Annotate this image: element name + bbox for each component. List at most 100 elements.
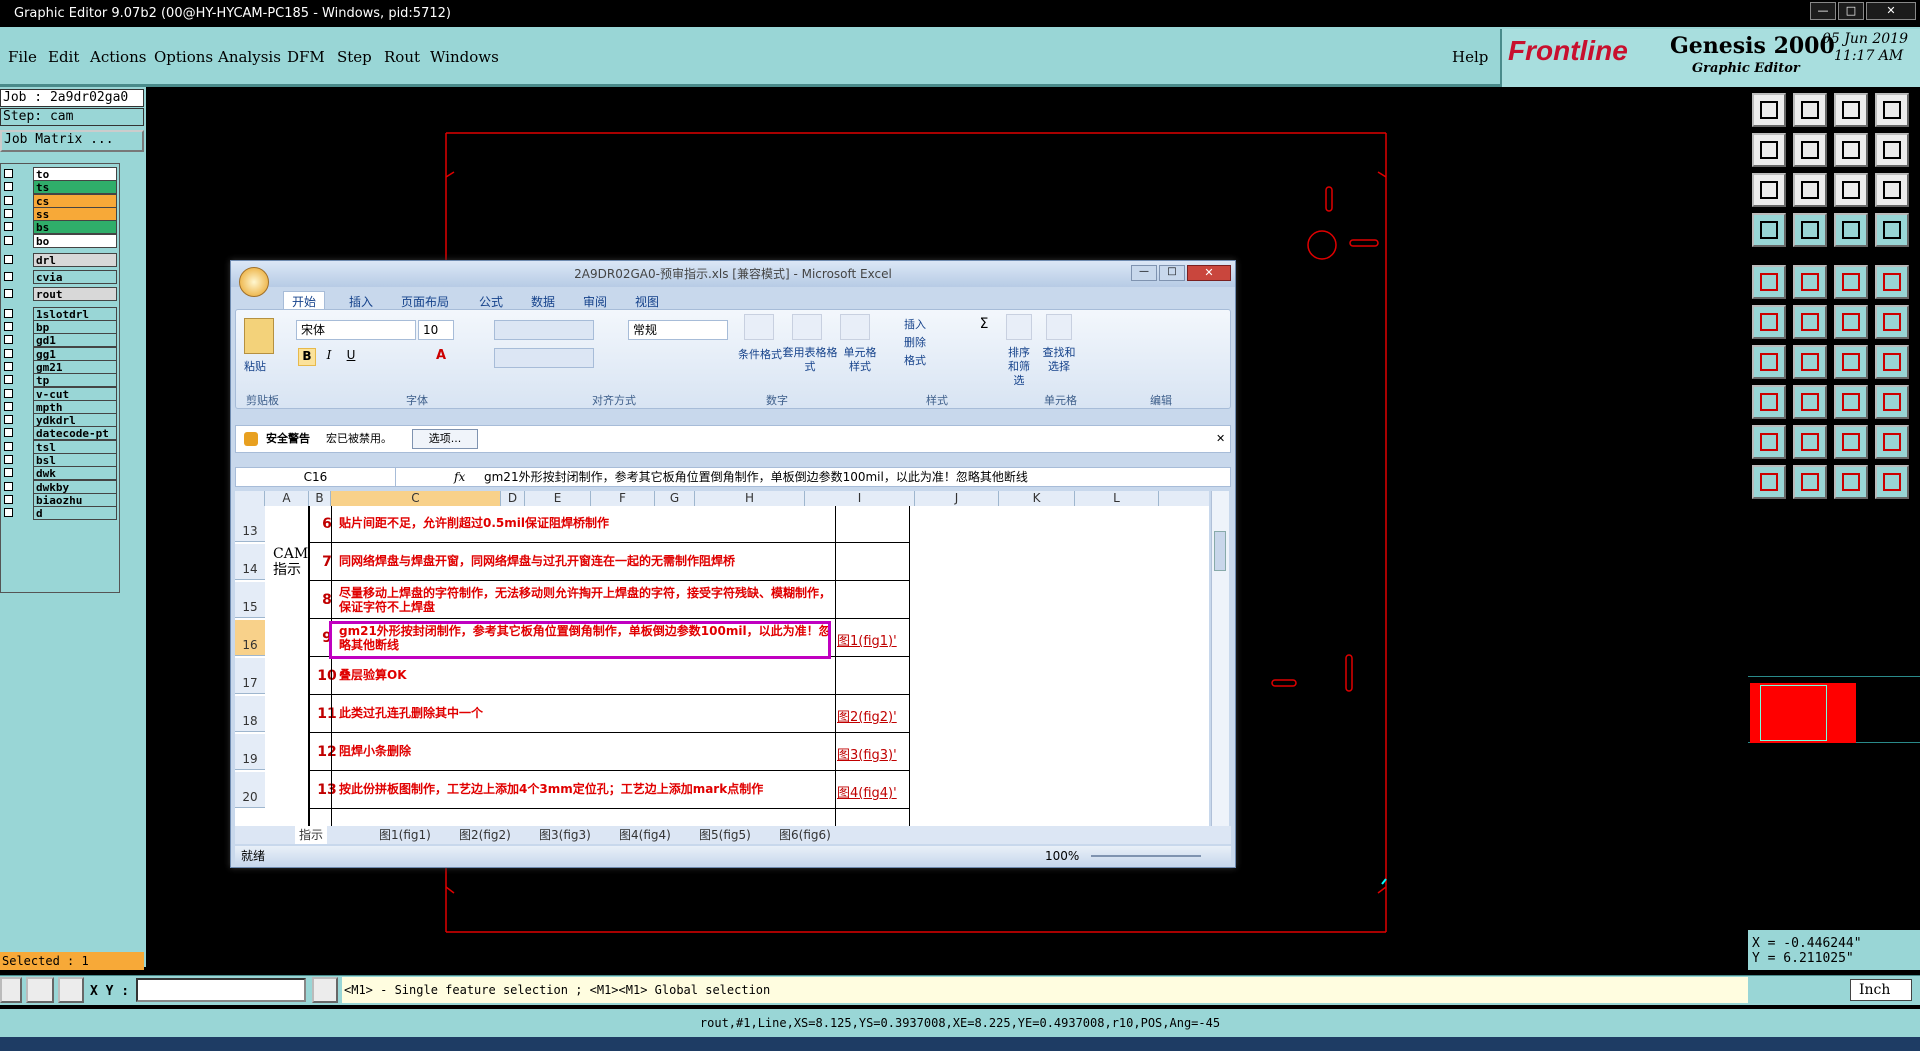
tool-icon-19[interactable] — [1875, 265, 1909, 299]
format-cells-button[interactable]: 格式 — [904, 352, 926, 368]
layer-checkbox[interactable] — [4, 468, 13, 478]
layer-name[interactable]: bs — [33, 220, 117, 235]
tool-icon-32[interactable] — [1752, 425, 1786, 459]
grid-icon[interactable] — [58, 977, 84, 1003]
layer-row[interactable]: bs — [1, 220, 121, 235]
layer-name[interactable]: to — [33, 167, 117, 181]
worksheet-grid[interactable]: ABCDEFGHIJKL 13 6 贴片间距不足，允许削超过0.5mil保证阻焊桥制… — [235, 491, 1209, 826]
cell-style-icon[interactable] — [840, 314, 870, 340]
layer-name[interactable]: bsl — [33, 453, 117, 467]
delete-cells-button[interactable]: 删除 — [904, 334, 926, 350]
excel-minimize-button[interactable]: — — [1131, 265, 1157, 281]
insert-cells-button[interactable]: 插入 — [904, 316, 926, 332]
drill-icon[interactable] — [1834, 213, 1868, 247]
instruction-text[interactable]: 此类过孔连孔删除其中一个 — [339, 706, 835, 720]
layer-checkbox[interactable] — [4, 308, 13, 318]
tab-formulas[interactable]: 公式 — [479, 293, 503, 310]
tab-data[interactable]: 数据 — [531, 293, 555, 310]
sheet-tab[interactable]: 图2(fig2) — [455, 826, 515, 844]
tool-icon-27[interactable] — [1875, 345, 1909, 379]
layer-name[interactable]: dwk — [33, 466, 117, 481]
layer-row[interactable]: to — [1, 167, 121, 181]
security-options-button[interactable]: 选项... — [412, 429, 478, 449]
layer-row[interactable]: bsl — [1, 453, 121, 467]
layer-row[interactable]: ydkdrl — [1, 413, 121, 428]
column-header[interactable]: J — [915, 491, 999, 506]
column-header[interactable]: G — [655, 491, 695, 506]
layer-name[interactable]: biaozhu — [33, 492, 117, 507]
row-header[interactable]: 20 — [235, 772, 265, 808]
layer-checkbox[interactable] — [4, 401, 13, 411]
row-header[interactable]: 15 — [235, 582, 265, 618]
menu-dfm[interactable]: DFM — [287, 48, 325, 66]
xy-input[interactable] — [136, 978, 306, 1002]
layer-checkbox[interactable] — [4, 494, 13, 504]
layer-name[interactable]: tsl — [33, 439, 117, 454]
office-button[interactable] — [239, 267, 269, 297]
layer-name[interactable]: ydkdrl — [33, 413, 117, 428]
layer-row[interactable]: tp — [1, 373, 121, 388]
layer-checkbox[interactable] — [4, 441, 13, 451]
fx-icon[interactable]: fx — [454, 468, 465, 486]
instruction-text[interactable]: 同网络焊盘与焊盘开窗，同网络焊盘与过孔开窗连在一起的无需制作阻焊桥 — [339, 554, 835, 568]
measure-icon[interactable] — [26, 977, 54, 1003]
underline-button[interactable]: U — [342, 348, 360, 366]
maximize-button[interactable]: □ — [1838, 2, 1864, 20]
tool-icon-22[interactable] — [1834, 305, 1868, 339]
cam-label-cell[interactable]: CAM指示 — [265, 506, 309, 826]
tool-icon-33[interactable] — [1793, 425, 1827, 459]
row-header[interactable]: 19 — [235, 734, 265, 770]
tool-icon-18[interactable] — [1834, 265, 1868, 299]
tool-icon-20[interactable] — [1752, 305, 1786, 339]
row-header[interactable]: 14 — [235, 544, 265, 580]
save-icon[interactable] — [1793, 93, 1827, 127]
tool-icon-31[interactable] — [1875, 385, 1909, 419]
layer-name[interactable]: drl — [33, 252, 117, 267]
tab-insert[interactable]: 插入 — [349, 293, 373, 310]
tool-icon-38[interactable] — [1834, 465, 1868, 499]
layer-name[interactable]: cvia — [33, 270, 117, 285]
layer-name[interactable]: ts — [33, 180, 117, 195]
instruction-text[interactable]: 贴片间距不足，允许削超过0.5mil保证阻焊桥制作 — [339, 516, 835, 530]
layer-name[interactable]: d — [33, 506, 117, 521]
layer-name[interactable]: ss — [33, 206, 117, 221]
font-size-select[interactable]: 10 — [418, 320, 454, 340]
panel-icon[interactable] — [1875, 93, 1909, 127]
menu-analysis[interactable]: Analysis — [218, 48, 281, 66]
name-box[interactable]: C16 — [236, 468, 396, 486]
number-format-select[interactable]: 常规 — [628, 320, 728, 340]
conditional-format-icon[interactable] — [744, 314, 774, 340]
scrollbar-thumb[interactable] — [1214, 531, 1226, 571]
layer-checkbox[interactable] — [4, 254, 13, 264]
paste-icon[interactable] — [244, 318, 274, 354]
layer-checkbox[interactable] — [4, 428, 13, 438]
step-icon[interactable] — [1834, 133, 1868, 167]
autosum-icon[interactable]: Σ — [974, 316, 994, 336]
output-icon[interactable] — [1752, 93, 1786, 127]
layer-checkbox[interactable] — [4, 335, 13, 345]
home-icon[interactable] — [1834, 93, 1868, 127]
layer-name[interactable]: mpth — [33, 399, 117, 414]
center-icon[interactable] — [1793, 173, 1827, 207]
font-color-button[interactable]: A — [432, 348, 450, 366]
excel-close-button[interactable]: ✕ — [1187, 265, 1231, 281]
tool-icon-34[interactable] — [1834, 425, 1868, 459]
bold-button[interactable]: B — [298, 348, 316, 366]
instruction-text[interactable]: 阻焊小条删除 — [339, 744, 835, 758]
menu-options[interactable]: Options — [154, 48, 213, 66]
layer-checkbox[interactable] — [4, 208, 13, 218]
layer-name[interactable]: dwkby — [33, 479, 117, 494]
column-header[interactable]: C — [331, 491, 501, 506]
layer-checkbox[interactable] — [4, 195, 13, 205]
row-header[interactable]: 17 — [235, 658, 265, 694]
layer-row[interactable]: gd1 — [1, 333, 121, 348]
tab-home[interactable]: 开始 — [283, 291, 326, 311]
layer-name[interactable]: gd1 — [33, 333, 117, 348]
sheet-tab[interactable]: 图4(fig4) — [615, 826, 675, 844]
tool-icon-23[interactable] — [1875, 305, 1909, 339]
net-icon[interactable] — [1875, 213, 1909, 247]
job-matrix-button[interactable]: Job Matrix ... — [0, 130, 144, 152]
layer-name[interactable]: rout — [33, 287, 117, 302]
layer-row[interactable]: mpth — [1, 399, 121, 414]
tool-icon-17[interactable] — [1793, 265, 1827, 299]
